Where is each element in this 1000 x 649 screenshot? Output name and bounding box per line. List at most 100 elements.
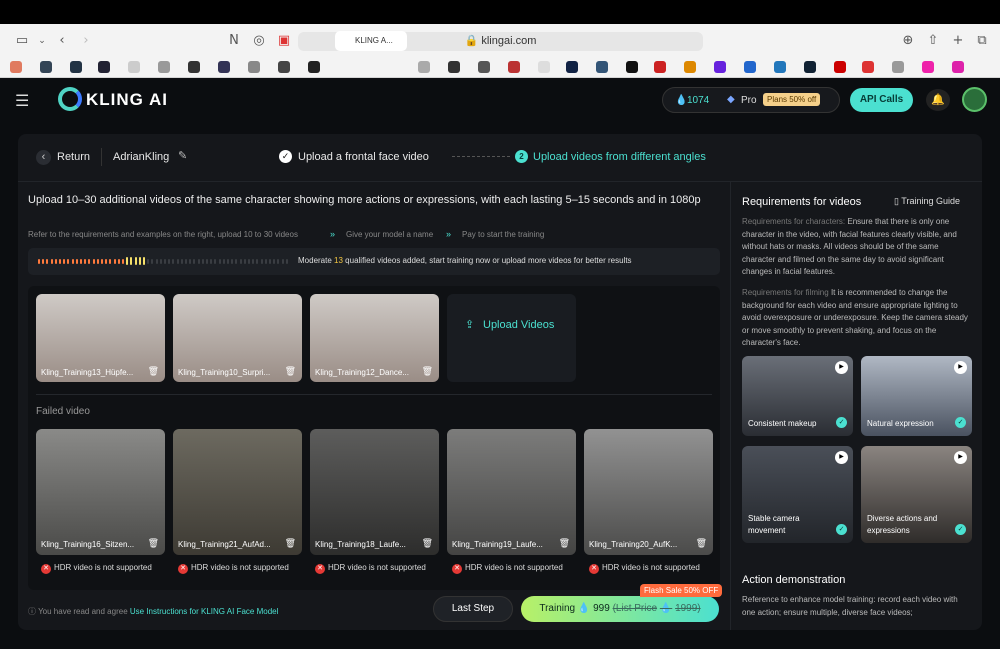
favorite-icon[interactable] (626, 61, 638, 73)
progress-segment (147, 259, 150, 264)
favorite-icon[interactable] (308, 61, 320, 73)
chevron-down-icon[interactable]: ⌄ (34, 33, 50, 49)
character-requirements: Requirements for characters: Ensure that… (742, 216, 972, 279)
trash-icon[interactable]: 🗑 (148, 538, 159, 549)
trash-icon[interactable]: 🗑 (696, 538, 707, 549)
favorite-icon[interactable] (684, 61, 696, 73)
favorite-icon[interactable] (714, 61, 726, 73)
new-tab-icon[interactable]: + (950, 33, 966, 49)
trash-icon[interactable]: 🗑 (422, 366, 433, 377)
double-chevron-icon: » (330, 229, 336, 239)
edit-icon[interactable]: ✎ (178, 149, 187, 162)
failed-video-2[interactable]: Kling_Training21_AufAd... 🗑 (173, 429, 302, 555)
uploaded-video-1[interactable]: Kling_Training13_Hüpfe... 🗑 (36, 294, 165, 382)
favorite-icon[interactable] (774, 61, 786, 73)
favorite-icon[interactable] (158, 61, 170, 73)
trash-icon[interactable]: 🗑 (559, 538, 570, 549)
favorite-icon[interactable] (478, 61, 490, 73)
play-icon[interactable]: ▶ (954, 361, 967, 374)
trash-icon[interactable]: 🗑 (285, 366, 296, 377)
favorite-icon[interactable] (804, 61, 816, 73)
favorite-icon[interactable] (40, 61, 52, 73)
favorite-icon[interactable] (448, 61, 460, 73)
progress-segment (197, 259, 200, 264)
kling-logo-icon[interactable] (58, 87, 82, 111)
tab-overview-icon[interactable]: ⧉ (974, 33, 990, 49)
download-icon[interactable]: ⊕ (900, 33, 916, 49)
trash-icon[interactable]: 🗑 (422, 538, 433, 549)
bell-icon[interactable]: 🔔 (926, 89, 950, 111)
example-diverse-actions[interactable]: ▶ Diverse actions and expressions ✓ (861, 446, 972, 543)
progress-segment (189, 259, 192, 264)
forward-icon[interactable]: › (78, 33, 94, 49)
favorite-icon[interactable] (218, 61, 230, 73)
favorite-icon[interactable] (654, 61, 666, 73)
failed-video-3[interactable]: Kling_Training18_Laufe... 🗑 (310, 429, 439, 555)
api-calls-button[interactable]: API Calls (850, 88, 913, 112)
uploaded-video-2[interactable]: Kling_Training10_Surpri... 🗑 (173, 294, 302, 382)
progress-segment (117, 259, 120, 264)
training-guide-link[interactable]: ▯ Training Guide (894, 196, 960, 207)
plans-badge[interactable]: Plans 50% off (763, 93, 821, 106)
upload-videos-button[interactable]: ⇪ Upload Videos (447, 294, 576, 382)
favorite-icon[interactable] (248, 61, 260, 73)
kling-app: ☰ KLING AI 💧 1074 ◆ Pro Plans 50% off AP… (0, 78, 1000, 649)
play-icon[interactable]: ▶ (835, 361, 848, 374)
book-icon: ▯ (894, 196, 899, 206)
favorite-icon[interactable] (128, 61, 140, 73)
sidebar-toggle-icon[interactable]: ▭ (14, 33, 30, 49)
favorite-icon[interactable] (922, 61, 934, 73)
tab-kling[interactable]: KLING A... (335, 31, 407, 51)
failed-video-1[interactable]: Kling_Training16_Sitzen... 🗑 (36, 429, 165, 555)
example-stable-camera[interactable]: ▶ Stable camera movement ✓ (742, 446, 853, 543)
progress-segment (231, 259, 234, 264)
progress-segment (222, 259, 225, 264)
progress-segment (201, 259, 204, 264)
share-icon[interactable]: ⇧ (925, 33, 941, 49)
menu-icon[interactable]: ☰ (15, 91, 29, 111)
video-filename: Kling_Training12_Dance... (315, 368, 409, 377)
return-button[interactable]: Return (57, 151, 90, 163)
favorite-icon[interactable] (834, 61, 846, 73)
back-arrow-icon[interactable]: ‹ (36, 150, 51, 165)
trash-icon[interactable]: 🗑 (148, 366, 159, 377)
progress-segment (164, 259, 166, 264)
favorite-icon[interactable] (98, 61, 110, 73)
favorite-icon[interactable] (278, 61, 290, 73)
progress-segment (71, 259, 74, 264)
favorite-icon[interactable] (892, 61, 904, 73)
favorite-icon[interactable] (596, 61, 608, 73)
favorite-icon[interactable] (744, 61, 756, 73)
credits-pill[interactable]: 💧 1074 ◆ Pro Plans 50% off (662, 87, 840, 113)
favorite-icon[interactable] (862, 61, 874, 73)
example-natural-expression[interactable]: ▶ Natural expression ✓ (861, 356, 972, 436)
favorite-icon[interactable] (10, 61, 22, 73)
play-icon[interactable]: ▶ (954, 451, 967, 464)
favorite-icon[interactable] (566, 61, 578, 73)
failed-video-5[interactable]: Kling_Training20_AufK... 🗑 (584, 429, 713, 555)
progress-segment (227, 259, 229, 264)
favorite-icon[interactable] (508, 61, 520, 73)
extension-red-icon[interactable]: ▣ (276, 33, 292, 49)
uploaded-video-3[interactable]: Kling_Training12_Dance... 🗑 (310, 294, 439, 382)
example-consistent-makeup[interactable]: ▶ Consistent makeup ✓ (742, 356, 853, 436)
back-icon[interactable]: ‹ (54, 33, 70, 49)
failed-title: Failed video (36, 406, 90, 417)
instructions-link[interactable]: Use Instructions for KLING AI Face Model (130, 607, 279, 616)
favorite-icon[interactable] (538, 61, 550, 73)
favorite-icon[interactable] (188, 61, 200, 73)
avatar[interactable] (962, 87, 987, 112)
favorite-icon[interactable] (418, 61, 430, 73)
progress-segment (269, 259, 271, 264)
training-price: 999 (593, 603, 610, 614)
favorite-icon[interactable] (70, 61, 82, 73)
progress-segment (134, 257, 137, 265)
failed-video-4[interactable]: Kling_Training19_Laufe... 🗑 (447, 429, 576, 555)
trash-icon[interactable]: 🗑 (285, 538, 296, 549)
training-button[interactable]: Training 💧 999 (List Price 💧 1999) (521, 596, 719, 622)
play-icon[interactable]: ▶ (835, 451, 848, 464)
extension-icon[interactable]: ◎ (251, 33, 267, 49)
notion-icon[interactable]: N (226, 33, 242, 49)
favorite-icon[interactable] (952, 61, 964, 73)
last-step-button[interactable]: Last Step (433, 596, 513, 622)
